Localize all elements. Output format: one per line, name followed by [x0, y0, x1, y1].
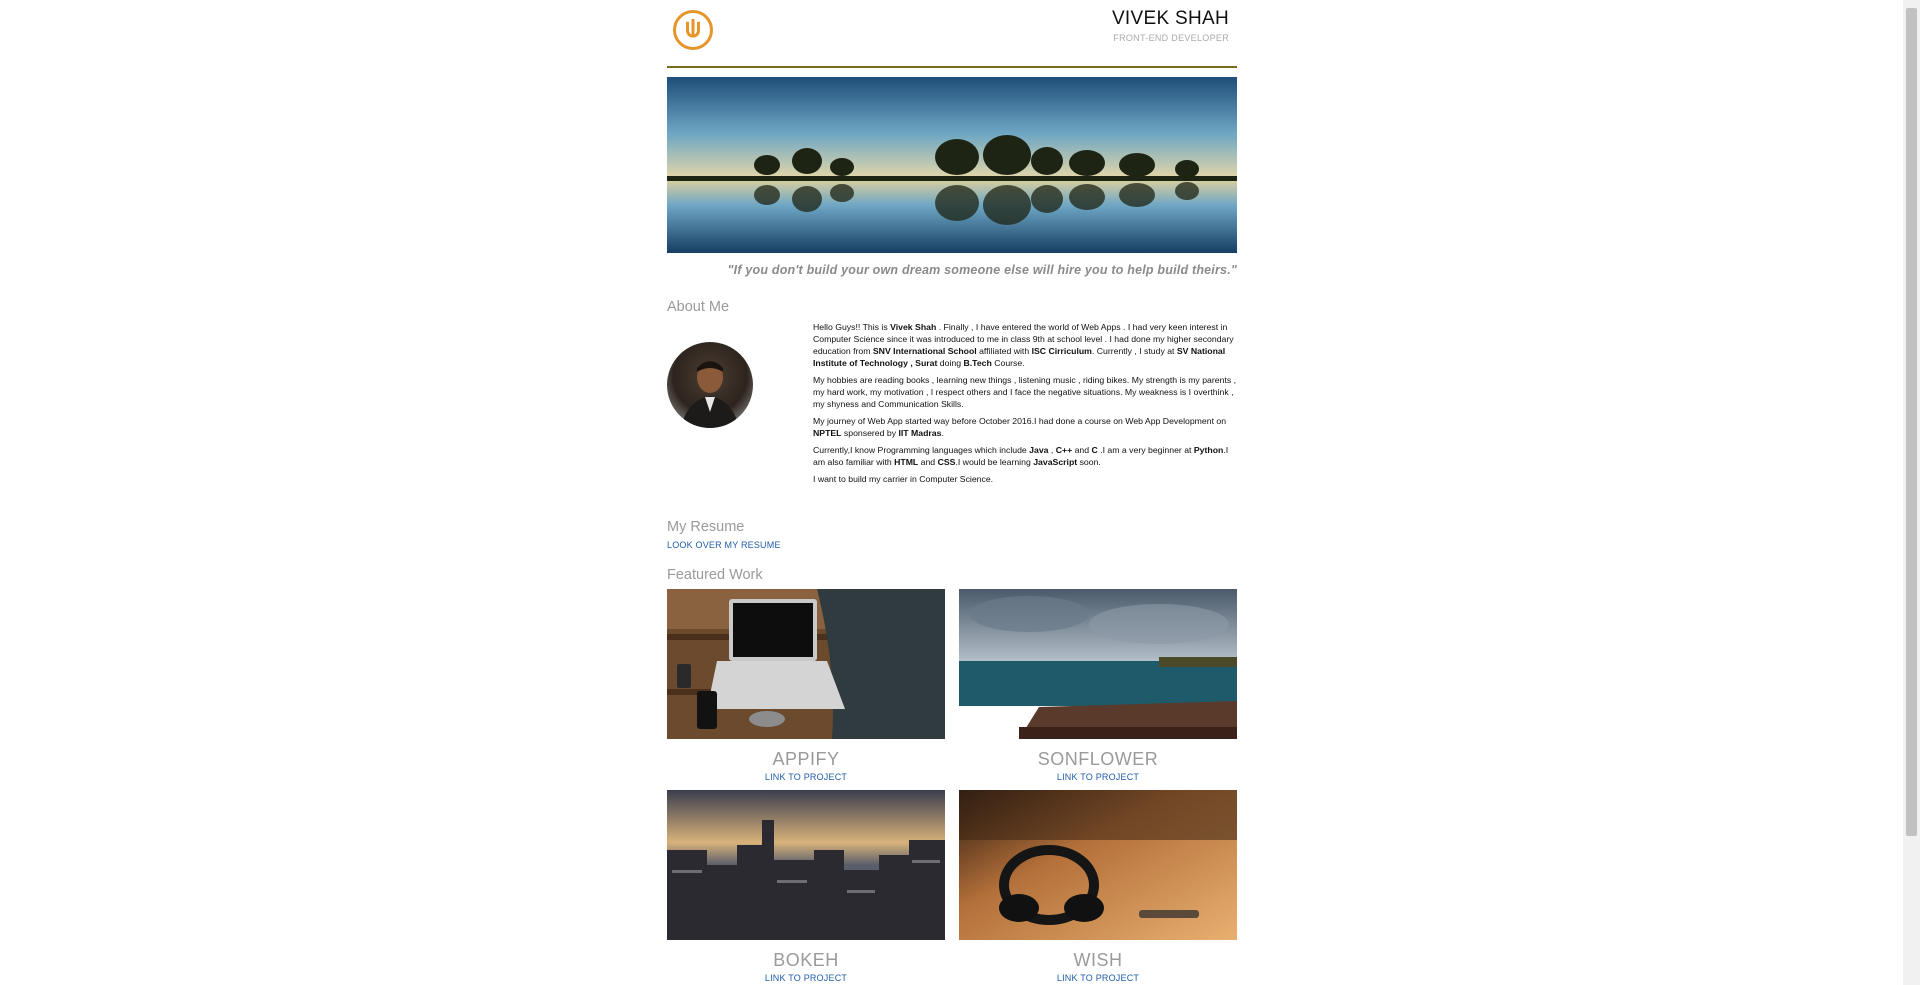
project-title: BOKEH: [773, 950, 839, 970]
motto-quote: "If you don't build your own dream someo…: [727, 263, 1237, 277]
header: VIVEK SHAH FRONT-END DEVELOPER: [667, 0, 1237, 68]
profile-avatar: [667, 342, 753, 428]
featured-work-heading: Featured Work: [667, 567, 763, 583]
site-owner-role: FRONT-END DEVELOPER: [1113, 33, 1229, 43]
project-link[interactable]: LINK TO PROJECT: [959, 973, 1237, 983]
project-thumbnail-coast[interactable]: [959, 589, 1237, 739]
project-thumbnail-laptop[interactable]: [667, 589, 945, 739]
bio-paragraph: Hello Guys!! This is Vivek Shah . Finall…: [813, 322, 1234, 368]
project-card-wish: WISH LINK TO PROJECT: [959, 790, 1237, 983]
project-link[interactable]: LINK TO PROJECT: [667, 973, 945, 983]
about-heading: About Me: [667, 299, 730, 315]
bio-paragraph: My hobbies are reading books , learning …: [813, 375, 1236, 409]
project-card-bokeh: BOKEH LINK TO PROJECT: [667, 790, 945, 983]
resume-link[interactable]: LOOK OVER MY RESUME: [667, 540, 781, 550]
person-portrait-icon: [681, 361, 739, 428]
project-card-appify: APPIFY LINK TO PROJECT: [667, 589, 945, 782]
hero-image: [667, 77, 1237, 253]
project-link[interactable]: LINK TO PROJECT: [667, 772, 945, 782]
project-thumbnail-headphones[interactable]: [959, 790, 1237, 940]
bio-paragraph: I want to build my carrier in Computer S…: [813, 474, 994, 484]
project-title: WISH: [1073, 950, 1123, 970]
page-container: VIVEK SHAH FRONT-END DEVELOPER "If you d…: [667, 0, 1237, 983]
power-u-logo-icon[interactable]: [673, 10, 713, 50]
project-link[interactable]: LINK TO PROJECT: [959, 772, 1237, 782]
scrollbar-thumb[interactable]: [1906, 8, 1917, 836]
lake-trees-landscape: [667, 77, 1237, 253]
project-title: APPIFY: [772, 749, 840, 769]
project-thumbnail-city[interactable]: [667, 790, 945, 940]
about-bio: Hello Guys!! This is Vivek Shah . Finall…: [813, 321, 1237, 490]
site-owner-name: VIVEK SHAH: [1111, 8, 1229, 29]
resume-heading: My Resume: [667, 519, 745, 535]
project-card-sonflower: SONFLOWER LINK TO PROJECT: [959, 589, 1237, 782]
project-title: SONFLOWER: [1037, 749, 1159, 769]
bio-paragraph: Currently,I know Programming languages w…: [813, 445, 1229, 467]
page-scrollbar[interactable]: [1903, 0, 1920, 985]
bio-paragraph: My journey of Web App started way before…: [813, 416, 1227, 438]
